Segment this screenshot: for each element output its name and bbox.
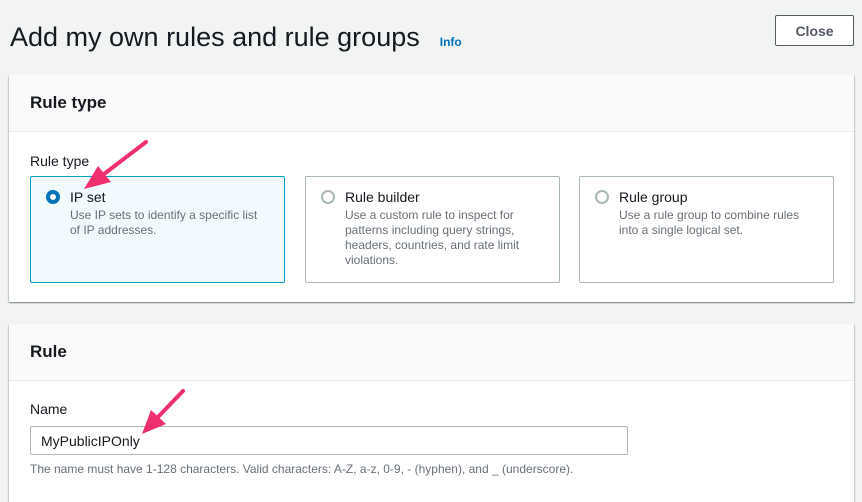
rule-type-panel-header: Rule type (9, 75, 854, 132)
info-link[interactable]: Info (440, 35, 462, 49)
name-field-label: Name (30, 401, 68, 417)
name-hint: The name must have 1-128 characters. Val… (30, 462, 574, 476)
rule-type-option-rule-group[interactable]: Rule group Use a rule group to combine r… (579, 176, 834, 283)
ip-set-description: Use IP sets to identify a specific list … (70, 208, 258, 237)
page-title: Add my own rules and rule groups (10, 22, 420, 52)
rule-panel: Rule Name The name must have 1-128 chara… (9, 324, 854, 502)
rule-group-title: Rule group (619, 189, 688, 205)
page-header: Add my own rules and rule groups Info (10, 22, 462, 53)
rule-type-heading: Rule type (30, 93, 107, 112)
rule-group-radio[interactable] (595, 190, 609, 204)
rule-type-field-label: Rule type (30, 153, 90, 169)
rule-name-input[interactable] (30, 426, 628, 455)
rule-builder-description: Use a custom rule to inspect for pattern… (345, 208, 520, 267)
ip-set-title: IP set (70, 189, 106, 205)
rule-builder-title: Rule builder (345, 189, 420, 205)
close-button[interactable]: Close (775, 15, 854, 46)
rule-builder-radio[interactable] (321, 190, 335, 204)
rule-group-description: Use a rule group to combine rules into a… (619, 208, 800, 237)
ip-set-radio[interactable] (46, 190, 60, 204)
rule-panel-header: Rule (9, 324, 854, 381)
rule-type-panel: Rule type Rule type IP set Use IP sets t… (9, 75, 854, 302)
rule-heading: Rule (30, 342, 67, 361)
rule-type-option-ip-set[interactable]: IP set Use IP sets to identify a specifi… (30, 176, 285, 283)
rule-type-option-rule-builder[interactable]: Rule builder Use a custom rule to inspec… (305, 176, 560, 283)
